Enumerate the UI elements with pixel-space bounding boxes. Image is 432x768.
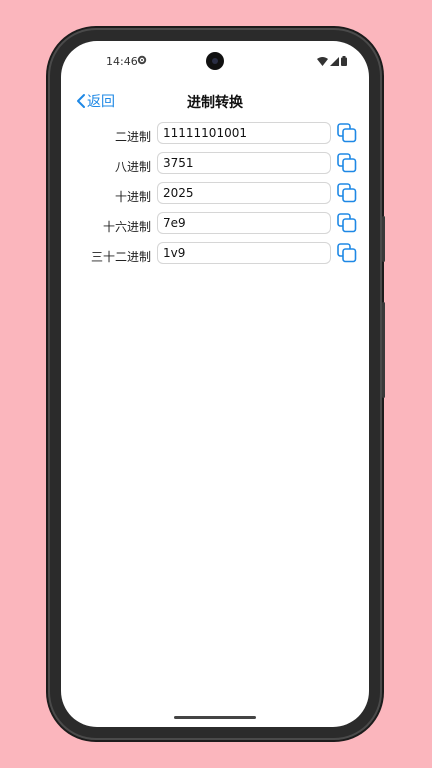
volume-button (382, 216, 385, 262)
copy-icon[interactable] (337, 243, 357, 263)
status-icons (317, 56, 347, 66)
battery-icon (341, 56, 347, 66)
gear-icon (137, 55, 147, 65)
octal-input[interactable]: 3751 (157, 152, 331, 174)
power-button (382, 302, 385, 398)
front-camera (206, 52, 224, 70)
hexadecimal-input[interactable]: 7e9 (157, 212, 331, 234)
decimal-input[interactable]: 2025 (157, 182, 331, 204)
base32-input[interactable]: 1v9 (157, 242, 331, 264)
row-binary: 二进制 11111101001 (61, 121, 369, 151)
row-label: 十六进制 (102, 220, 151, 234)
row-base32: 三十二进制 1v9 (61, 241, 369, 271)
row-octal: 八进制 3751 (61, 151, 369, 181)
conversion-list: 二进制 11111101001 八进制 3751 十进制 2025 十六进制 7… (61, 121, 369, 271)
row-label: 十进制 (114, 190, 151, 204)
row-label: 八进制 (114, 160, 151, 174)
binary-input[interactable]: 11111101001 (157, 122, 331, 144)
copy-icon[interactable] (337, 123, 357, 143)
copy-icon[interactable] (337, 153, 357, 173)
phone-frame: 14:46 返回 进制转换 二进制 11111101001 八进制 3751 十… (48, 28, 385, 740)
row-decimal: 十进制 2025 (61, 181, 369, 211)
copy-icon[interactable] (337, 183, 357, 203)
page-title: 进制转换 (187, 95, 243, 111)
home-indicator[interactable] (174, 716, 256, 719)
signal-icon (330, 57, 339, 66)
screen: 14:46 返回 进制转换 二进制 11111101001 八进制 3751 十… (61, 41, 369, 727)
copy-icon[interactable] (337, 213, 357, 233)
status-time: 14:46 (106, 55, 138, 68)
row-hexadecimal: 十六进制 7e9 (61, 211, 369, 241)
row-label: 二进制 (114, 130, 151, 144)
row-label: 三十二进制 (90, 250, 151, 264)
wifi-icon (317, 57, 328, 66)
